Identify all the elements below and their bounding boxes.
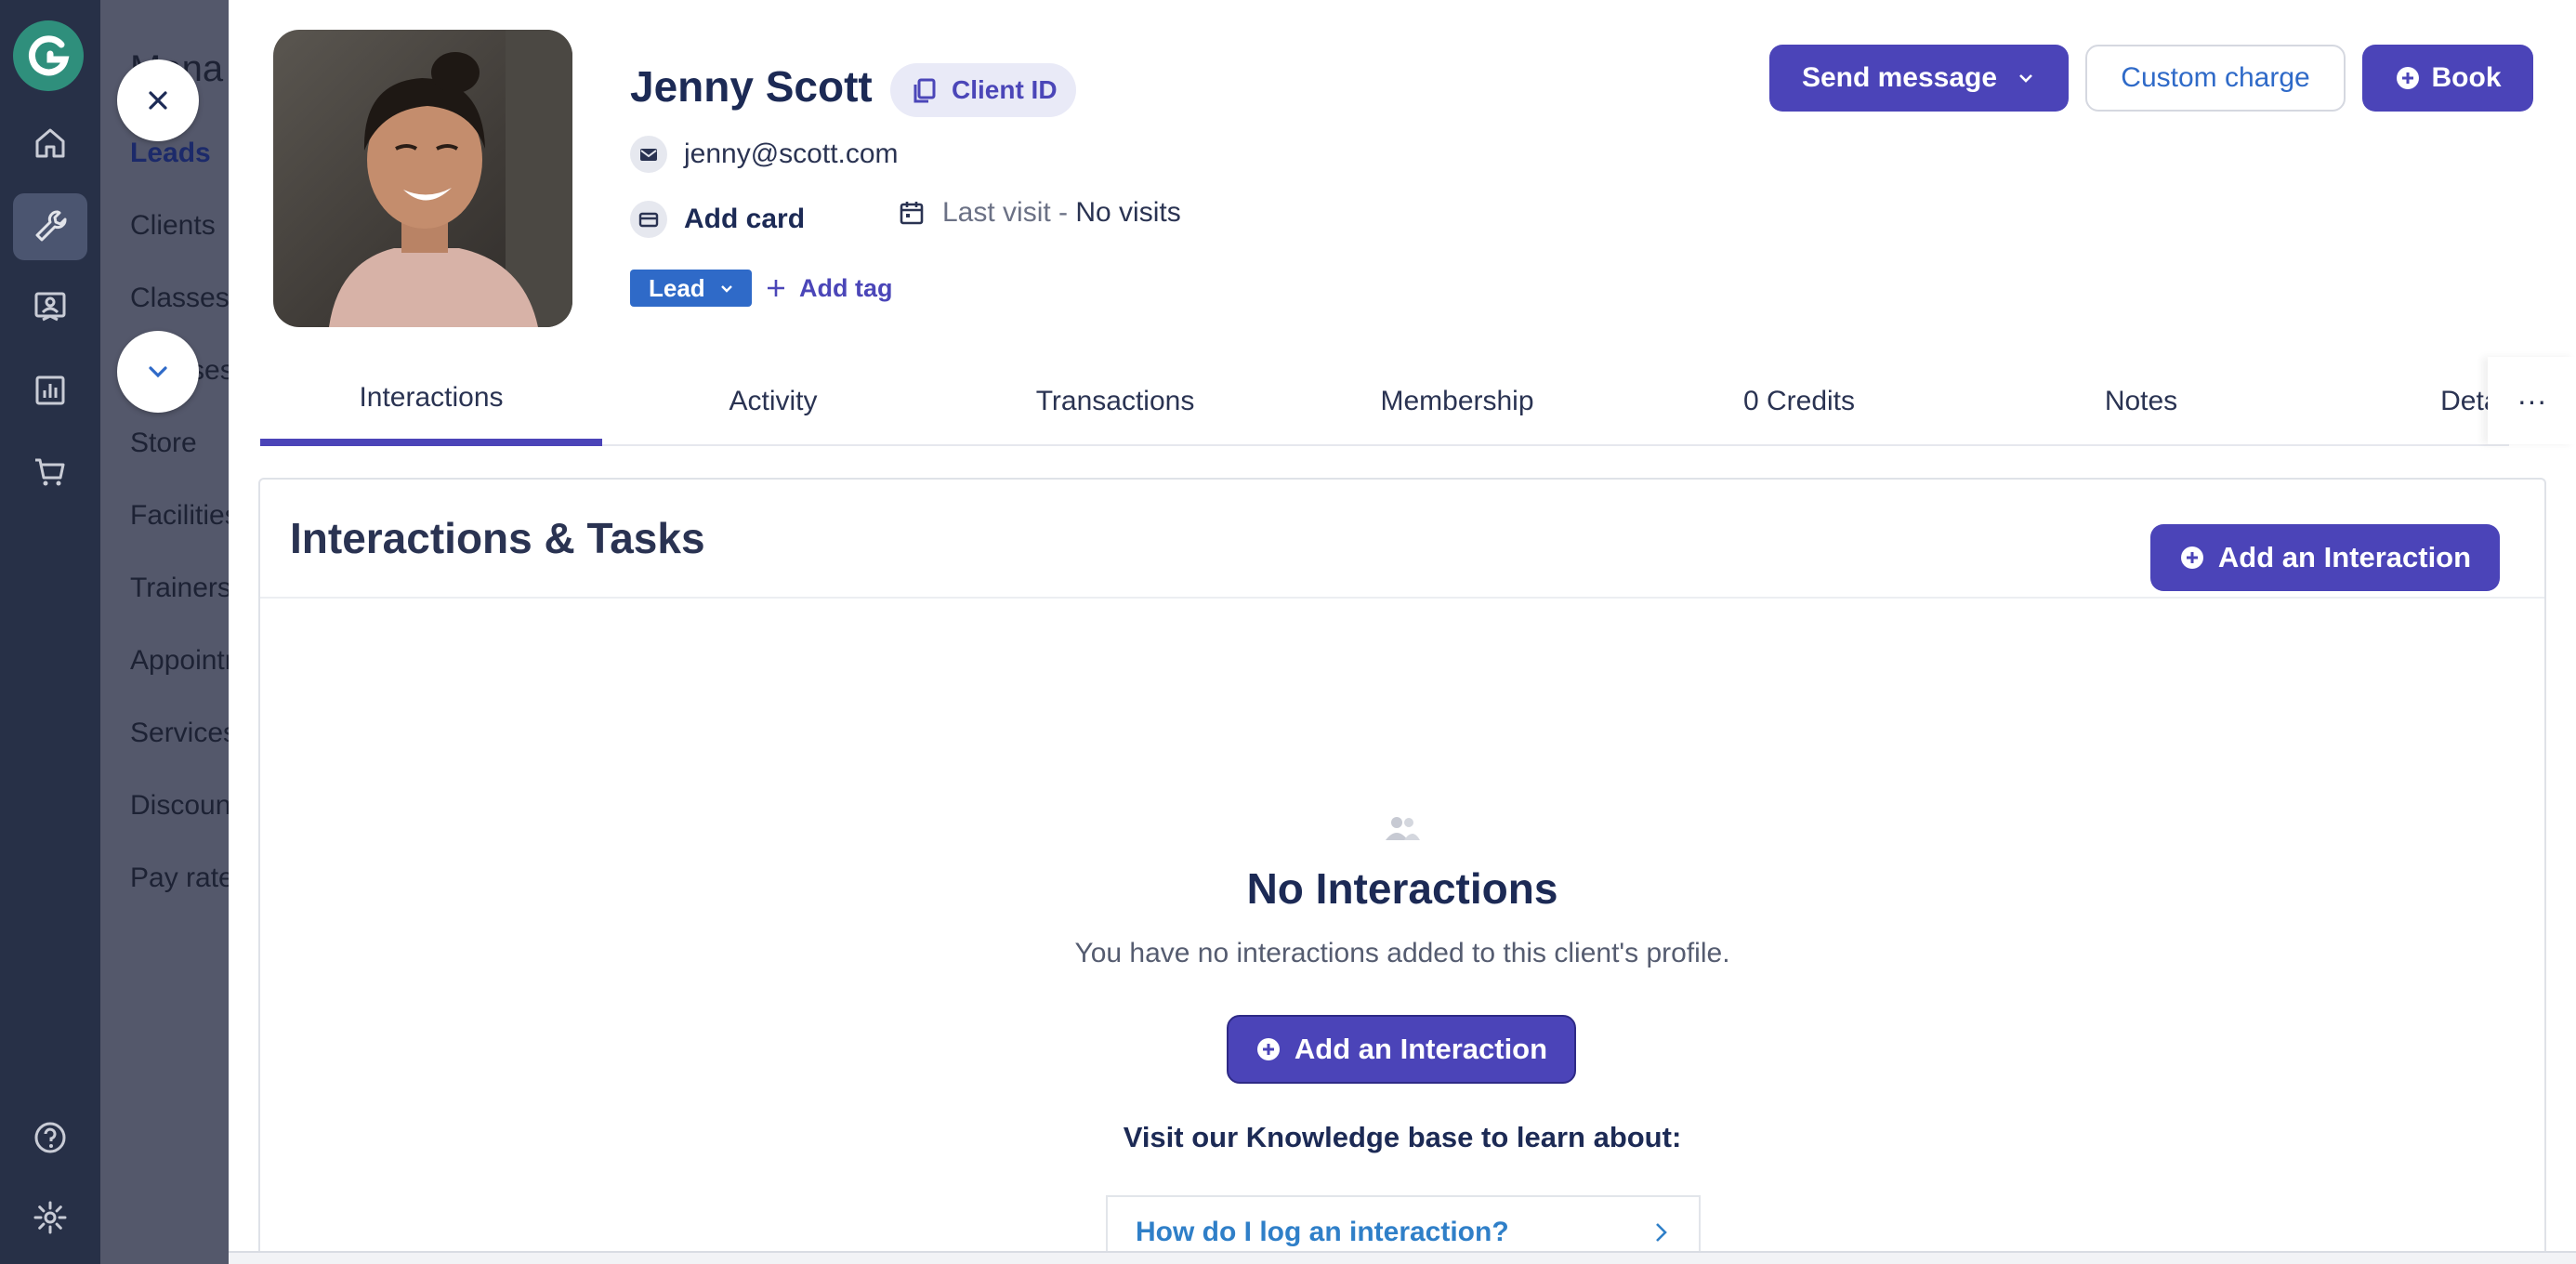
kb-link-label: How do I log an interaction? [1136, 1217, 1509, 1247]
plus-circle-icon [1256, 1038, 1280, 1060]
email-row: jenny@scott.com [630, 136, 899, 173]
kb-link-log-interaction[interactable]: How do I log an interaction? [1106, 1195, 1701, 1251]
add-tag-label: Add tag [799, 273, 893, 302]
add-card-link[interactable]: Add card [684, 204, 805, 235]
add-tag-button[interactable]: Add tag [764, 270, 893, 307]
plus-circle-icon [2396, 67, 2419, 89]
custom-charge-button[interactable]: Custom charge [2085, 45, 2346, 112]
knowledge-base-title: Visit our Knowledge base to learn about: [1123, 1121, 1682, 1153]
chevron-down-icon [720, 285, 732, 293]
profile-tabs: Interactions Activity Transactions Membe… [260, 357, 2526, 446]
plus-circle-icon [2180, 546, 2203, 569]
subnav-item-services[interactable]: Services [130, 718, 230, 749]
subnav-item-trainers[interactable]: Trainers [130, 573, 230, 604]
app-rail [0, 0, 100, 1264]
add-interaction-header-button[interactable]: Add an Interaction [2150, 524, 2500, 591]
tab-transactions[interactable]: Transactions [944, 357, 1286, 446]
panel-bottom-edge [229, 1251, 2576, 1264]
plus-icon [768, 280, 784, 296]
contact-card-icon[interactable] [13, 273, 87, 340]
tab-credits[interactable]: 0 Credits [1628, 357, 1970, 446]
subnav-item-classes[interactable]: Classes [130, 283, 230, 314]
chevron-down-icon [2019, 74, 2032, 83]
last-visit: Last visit - No visits [898, 197, 1181, 229]
subnav-item-discounts[interactable]: Discounts [130, 790, 230, 822]
cart-icon[interactable] [13, 439, 87, 506]
tab-interactions[interactable]: Interactions [260, 357, 602, 446]
calendar-icon [900, 202, 924, 225]
wrench-icon[interactable] [13, 193, 87, 260]
people-icon [1386, 817, 1420, 840]
client-avatar [273, 30, 572, 327]
help-icon[interactable] [13, 1104, 87, 1171]
empty-state-title: No Interactions [1246, 864, 1558, 913]
send-message-button[interactable]: Send message [1769, 45, 2069, 112]
envelope-icon [630, 136, 667, 173]
empty-state-subtitle: You have no interactions added to this c… [1074, 938, 1730, 968]
close-panel-button[interactable] [117, 59, 199, 141]
send-message-label: Send message [1801, 62, 1998, 93]
chevron-right-icon [1656, 1223, 1667, 1242]
copy-icon [913, 78, 936, 103]
last-visit-value: No visits [1075, 197, 1181, 228]
lead-status-dropdown[interactable]: Lead [630, 270, 752, 307]
close-icon [149, 91, 167, 110]
expand-panel-button[interactable] [117, 331, 199, 413]
subnav-item-facilities[interactable]: Facilities [130, 500, 230, 532]
empty-state: No Interactions You have no interactions… [260, 814, 2544, 969]
home-icon[interactable] [13, 110, 87, 177]
subnav-item-clients[interactable]: Clients [130, 210, 216, 242]
credit-card-icon [630, 201, 667, 238]
tab-activity[interactable]: Activity [602, 357, 944, 446]
brand-logo-icon[interactable] [13, 20, 84, 91]
client-name: Jenny Scott [630, 62, 873, 111]
client-id-button[interactable]: Client ID [890, 63, 1076, 117]
tab-membership[interactable]: Membership [1286, 357, 1628, 446]
subnav-item-appointments[interactable]: Appointments [130, 645, 230, 677]
client-id-label: Client ID [952, 75, 1058, 104]
add-interaction-label: Add an Interaction [1294, 1033, 1548, 1065]
client-profile-panel: Jenny Scott Client ID jenny@scott.com Ad… [229, 0, 2576, 1251]
subnav-item-pay-rates[interactable]: Pay rates [130, 862, 230, 894]
interactions-card: Interactions & Tasks Add an Interaction … [258, 478, 2546, 1251]
last-visit-label: Last visit - [942, 197, 1076, 228]
book-label: Book [2431, 62, 2502, 93]
book-button[interactable]: Book [2362, 45, 2533, 112]
manage-subnav: Mana Leads Clients Classes Courses Store… [100, 0, 230, 1264]
client-email[interactable]: jenny@scott.com [684, 138, 899, 170]
subnav-item-store[interactable]: Store [130, 428, 197, 459]
subnav-item-leads[interactable]: Leads [130, 138, 211, 169]
section-title: Interactions & Tasks [290, 514, 705, 562]
reports-icon[interactable] [13, 357, 87, 424]
interactions-card-header: Interactions & Tasks Add an Interaction [260, 480, 2544, 599]
lead-status-label: Lead [649, 273, 705, 302]
chevron-down-icon [149, 366, 167, 378]
add-interaction-header-label: Add an Interaction [2217, 541, 2472, 573]
settings-gear-icon[interactable] [13, 1184, 87, 1251]
tab-notes[interactable]: Notes [1970, 357, 2312, 446]
add-interaction-button[interactable]: Add an Interaction [1227, 1015, 1576, 1084]
add-card-row[interactable]: Add card [630, 201, 805, 238]
tabs-more-button[interactable]: ··· [2488, 357, 2576, 444]
